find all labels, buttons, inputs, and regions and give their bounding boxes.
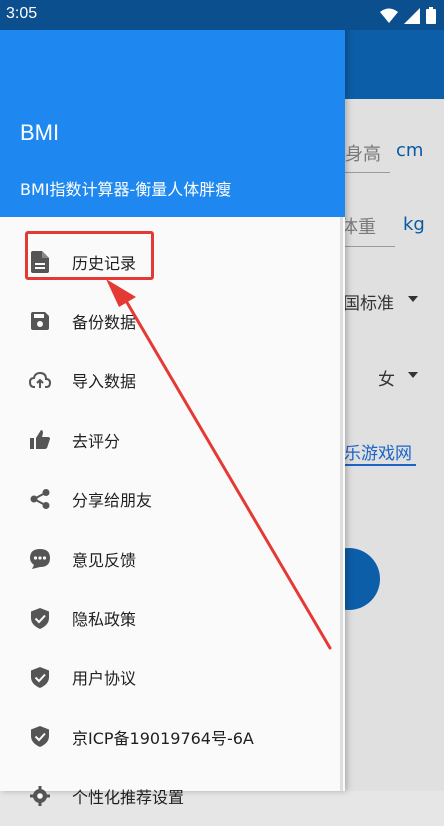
game-link: 乐游戏网 [344, 439, 416, 466]
save-icon [29, 310, 51, 332]
gender-select-caret-icon [408, 372, 418, 378]
battery-icon [426, 7, 436, 24]
menu-item-label: 导入数据 [72, 372, 137, 392]
height-input-underline [345, 172, 390, 173]
drawer-title: BMI [20, 120, 60, 145]
menu-item-privacy[interactable]: 隐私政策 [0, 588, 345, 647]
status-bar: 3:05 [0, 0, 444, 30]
menu-item-label: 去评分 [72, 431, 121, 451]
menu-item-backup[interactable]: 备份数据 [0, 291, 345, 350]
height-unit: cm [396, 140, 424, 161]
drawer-menu: 历史记录 备份数据 导入数据 去评分 分享给朋友 意见反馈 隐私政策 用户协议 … [0, 232, 345, 826]
drawer-header: BMI BMI指数计算器-衡量人体胖瘦 [0, 30, 345, 217]
signal-icon [404, 7, 420, 24]
menu-item-personalized[interactable]: 个性化推荐设置 [0, 767, 345, 826]
weight-input-hint: 体重 [340, 217, 376, 238]
standard-select-caret-icon [408, 296, 418, 302]
wifi-icon [380, 8, 398, 23]
menu-item-icp[interactable]: 京ICP备19019764号-6A [0, 707, 345, 766]
status-time: 3:05 [6, 5, 38, 22]
weight-input-underline [345, 246, 395, 247]
shield-check-icon [29, 607, 51, 629]
menu-item-label: 隐私政策 [72, 610, 137, 630]
menu-item-label: 备份数据 [72, 313, 137, 333]
menu-item-share[interactable]: 分享给朋友 [0, 470, 345, 529]
status-icons [380, 7, 436, 24]
menu-item-rate[interactable]: 去评分 [0, 410, 345, 469]
shield-check-icon [29, 726, 51, 748]
shield-check-icon [29, 666, 51, 688]
share-icon [29, 488, 51, 510]
gender-select-value: 女 [378, 370, 395, 390]
height-input-hint: 身高 [345, 144, 381, 165]
thumb-up-icon [29, 429, 51, 451]
menu-item-label: 个性化推荐设置 [72, 788, 185, 808]
highlight-box [25, 231, 154, 280]
menu-item-label: 用户协议 [72, 669, 137, 689]
menu-item-label: 分享给朋友 [72, 491, 153, 511]
menu-item-agreement[interactable]: 用户协议 [0, 648, 345, 707]
drawer-subtitle: BMI指数计算器-衡量人体胖瘦 [20, 180, 232, 199]
menu-item-import[interactable]: 导入数据 [0, 351, 345, 410]
menu-item-feedback[interactable]: 意见反馈 [0, 529, 345, 588]
menu-item-label: 意见反馈 [72, 550, 137, 570]
feedback-icon [29, 548, 51, 570]
drawer-scrollbar [340, 217, 343, 791]
navigation-drawer: BMI BMI指数计算器-衡量人体胖瘦 历史记录 备份数据 导入数据 去评分 分… [0, 0, 345, 807]
gear-icon [29, 785, 51, 807]
menu-item-label: 京ICP备19019764号-6A [72, 728, 254, 748]
weight-unit: kg [403, 214, 425, 235]
standard-select-value: 国标准 [343, 294, 394, 314]
cloud-upload-icon [29, 369, 51, 391]
